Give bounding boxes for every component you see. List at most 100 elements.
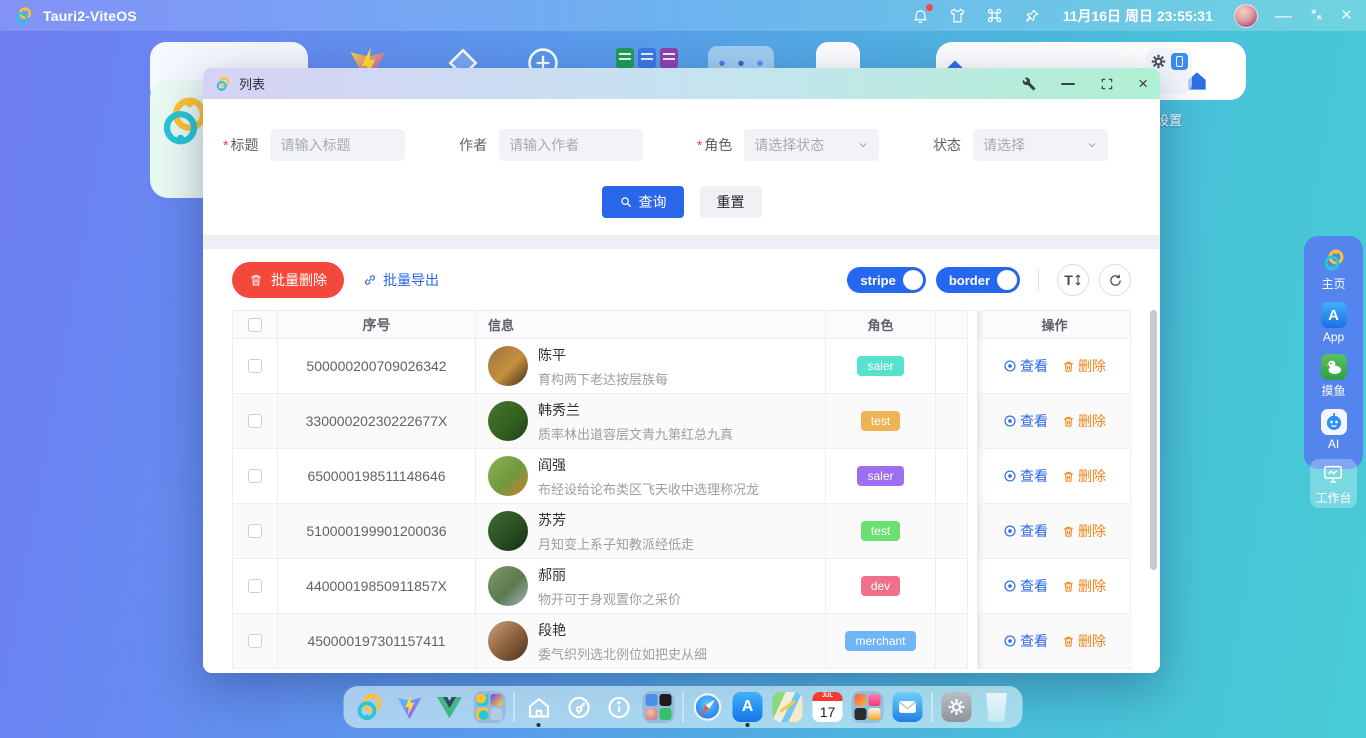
delete-action-link[interactable]: 删除 bbox=[1062, 576, 1106, 596]
dock-settings-icon[interactable] bbox=[941, 691, 973, 723]
dock-vue-icon[interactable] bbox=[434, 691, 466, 723]
title-input[interactable]: 请输入标题 bbox=[270, 129, 405, 161]
dock-home-icon[interactable] bbox=[523, 691, 555, 723]
window-titlebar[interactable]: 列表 × bbox=[203, 68, 1160, 99]
eye-icon bbox=[1003, 524, 1017, 538]
scroll-gutter bbox=[968, 504, 977, 559]
table-header-row: 序号 信息 角色 操作 bbox=[233, 311, 1130, 339]
batch-delete-button[interactable]: 批量删除 bbox=[232, 262, 344, 298]
search-icon bbox=[619, 195, 633, 209]
dock-app-group-3[interactable] bbox=[852, 691, 884, 723]
status-select[interactable]: 请选择 bbox=[973, 129, 1108, 161]
pin-icon[interactable] bbox=[1022, 6, 1042, 26]
batch-export-link[interactable]: 批量导出 bbox=[363, 270, 439, 290]
table-row[interactable]: 33000020230222677X 韩秀兰 质率林出道容层文青九第红总九真 t… bbox=[233, 394, 1130, 449]
calendar-month: JUL bbox=[813, 692, 843, 701]
window-tauri-icon bbox=[215, 76, 231, 92]
select-all-checkbox[interactable] bbox=[248, 318, 262, 332]
stripe-toggle[interactable]: stripe bbox=[847, 267, 925, 293]
view-action-link[interactable]: 查看 bbox=[1003, 631, 1048, 651]
window-fullscreen-button[interactable] bbox=[1099, 76, 1115, 92]
theme-tshirt-icon[interactable] bbox=[948, 6, 968, 26]
refresh-button[interactable] bbox=[1099, 264, 1131, 296]
delete-action-link[interactable]: 删除 bbox=[1062, 411, 1106, 431]
os-logo-tauri-icon[interactable] bbox=[14, 6, 33, 25]
os-minimize-button[interactable]: — bbox=[1275, 7, 1292, 24]
dock-safari-icon[interactable] bbox=[692, 691, 724, 723]
desktop-icon-sheets-group[interactable] bbox=[616, 48, 678, 68]
table-row[interactable]: 44000019850911857X 郝丽 物开可于身观置你之采价 dev 查看… bbox=[233, 559, 1130, 614]
sidebar-item-moyu[interactable]: 摸鱼 bbox=[1316, 352, 1352, 401]
font-size-button[interactable]: T bbox=[1057, 264, 1089, 296]
sidebar-item-home[interactable]: 主页 bbox=[1316, 245, 1352, 294]
row-checkbox[interactable] bbox=[248, 469, 262, 483]
appstore-icon: A bbox=[1321, 302, 1347, 328]
view-action-link[interactable]: 查看 bbox=[1003, 521, 1048, 541]
eye-icon bbox=[1003, 634, 1017, 648]
dock-divider bbox=[514, 692, 515, 722]
dock-calendar-icon[interactable]: JUL17 bbox=[812, 691, 844, 723]
notifications-bell-icon[interactable] bbox=[911, 6, 931, 26]
row-id: 44000019850911857X bbox=[278, 559, 476, 614]
view-action-link[interactable]: 查看 bbox=[1003, 411, 1048, 431]
sheet-icon bbox=[616, 48, 634, 68]
row-avatar bbox=[488, 511, 528, 551]
user-avatar[interactable] bbox=[1234, 4, 1258, 28]
view-action-link[interactable]: 查看 bbox=[1003, 576, 1048, 596]
column-header-index: 序号 bbox=[278, 311, 476, 339]
dock-vite-icon[interactable] bbox=[394, 691, 426, 723]
dock-tauri-icon[interactable] bbox=[354, 691, 386, 723]
dock-info-icon[interactable] bbox=[603, 691, 635, 723]
search-button[interactable]: 查询 bbox=[602, 186, 684, 218]
os-close-button[interactable]: × bbox=[1341, 6, 1352, 25]
dock-app-group-1[interactable] bbox=[474, 691, 506, 723]
row-checkbox[interactable] bbox=[248, 359, 262, 373]
table-card: 批量删除 批量导出 stripe border T bbox=[203, 249, 1160, 673]
row-id: 450000197301157411 bbox=[278, 614, 476, 669]
view-action-link[interactable]: 查看 bbox=[1003, 356, 1048, 376]
dock-trash-icon[interactable] bbox=[981, 691, 1013, 723]
table-row[interactable]: 650000198511148646 阎强 布经设给论布类区飞天收中选理称况龙 … bbox=[233, 449, 1130, 504]
os-resize-button[interactable] bbox=[1309, 7, 1324, 25]
window-close-button[interactable]: × bbox=[1138, 75, 1148, 92]
window-tools-wrench-icon[interactable] bbox=[1021, 76, 1037, 92]
screen: 设置 Tauri2-ViteOS 11月16日 周日 23:55:31 bbox=[0, 0, 1366, 738]
row-description: 物开可于身观置你之采价 bbox=[538, 589, 681, 608]
device-icon bbox=[1171, 53, 1188, 70]
table-row[interactable]: 450000197301157411 段艳 委气织列选北例位如把史从细 merc… bbox=[233, 614, 1130, 669]
delete-action-link[interactable]: 删除 bbox=[1062, 356, 1106, 376]
trash-icon bbox=[249, 273, 263, 287]
window-minimize-button[interactable] bbox=[1060, 76, 1076, 92]
role-select[interactable]: 请选择状态 bbox=[744, 129, 879, 161]
dock-app-group-2[interactable] bbox=[643, 691, 675, 723]
chevron-down-icon bbox=[1086, 139, 1098, 151]
row-checkbox[interactable] bbox=[248, 524, 262, 538]
dock-mail-icon[interactable] bbox=[892, 691, 924, 723]
row-checkbox[interactable] bbox=[248, 634, 262, 648]
view-action-link[interactable]: 查看 bbox=[1003, 466, 1048, 486]
table-row[interactable]: 510000199901200036 苏芳 月知变上系子知教派经低走 test … bbox=[233, 504, 1130, 559]
row-id: 650000198511148646 bbox=[278, 449, 476, 504]
command-icon[interactable] bbox=[985, 6, 1005, 26]
row-description: 委气织列选北例位如把史从细 bbox=[538, 644, 707, 663]
dock-appstore-icon[interactable]: A bbox=[732, 691, 764, 723]
role-badge: merchant bbox=[845, 631, 915, 651]
dock-maps-icon[interactable] bbox=[772, 691, 804, 723]
dock-dashboard-icon[interactable] bbox=[563, 691, 595, 723]
table-row[interactable]: 500000200709026342 陈平 育构两下老达按层族每 saler 查… bbox=[233, 339, 1130, 394]
reset-button[interactable]: 重置 bbox=[700, 186, 762, 218]
delete-action-link[interactable]: 删除 bbox=[1062, 631, 1106, 651]
column-header-spacer bbox=[936, 311, 968, 339]
sidebar-item-app[interactable]: A App bbox=[1316, 300, 1352, 346]
row-checkbox[interactable] bbox=[248, 579, 262, 593]
author-input[interactable]: 请输入作者 bbox=[499, 129, 643, 161]
sidebar-item-workbench[interactable]: 工作台 bbox=[1310, 459, 1356, 508]
vertical-scrollbar-thumb[interactable] bbox=[1150, 310, 1157, 570]
row-name: 阎强 bbox=[538, 455, 759, 475]
sidebar-item-ai[interactable]: AI bbox=[1316, 407, 1352, 453]
row-checkbox[interactable] bbox=[248, 414, 262, 428]
delete-action-link[interactable]: 删除 bbox=[1062, 521, 1106, 541]
border-toggle[interactable]: border bbox=[936, 267, 1020, 293]
delete-action-link[interactable]: 删除 bbox=[1062, 466, 1106, 486]
scroll-gutter bbox=[968, 614, 977, 669]
